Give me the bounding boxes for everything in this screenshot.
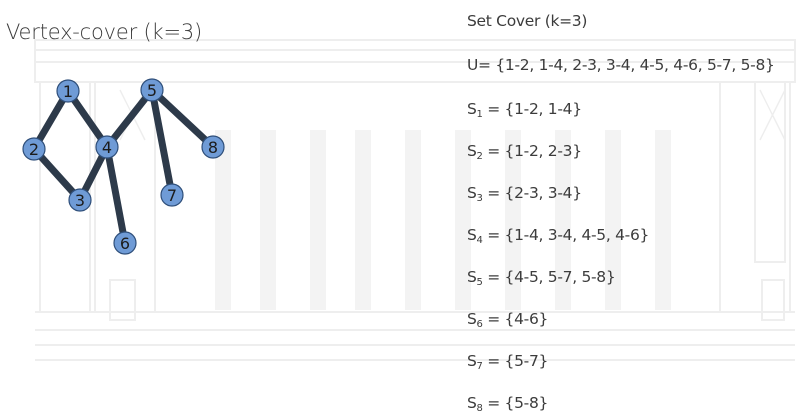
node-label: 7	[167, 186, 177, 205]
set-name: S	[467, 184, 477, 202]
vertex-cover-graph: 1 2 3 4 5 6 7 8	[22, 78, 225, 255]
node-8: 8	[201, 135, 225, 159]
node-label: 6	[120, 234, 130, 253]
set-elements: = {2-3, 3-4}	[482, 184, 582, 202]
set-elements: = {4-5, 5-7, 5-8}	[482, 268, 616, 286]
set-elements: = {5-8}	[482, 394, 549, 412]
set-elements: = {4-6}	[482, 310, 549, 328]
set-name: S	[467, 352, 477, 370]
set-name: S	[467, 142, 477, 160]
edge-4-6	[103, 143, 129, 247]
node-7: 7	[160, 183, 184, 207]
node-label: 5	[147, 81, 157, 100]
set-name: S	[467, 310, 477, 328]
node-label: 8	[208, 138, 218, 157]
set-name: S	[467, 226, 477, 244]
node-4: 4	[95, 135, 119, 159]
set-line: S1 = {1-2, 1-4}	[467, 100, 582, 120]
node-label: 4	[102, 138, 112, 157]
universe-line: U= {1-2, 1-4, 2-3, 3-4, 4-5, 4-6, 5-7, 5…	[467, 56, 775, 74]
set-line: S5 = {4-5, 5-7, 5-8}	[467, 268, 616, 288]
set-name: S	[467, 100, 477, 118]
node-6: 6	[113, 231, 137, 255]
set-elements: = {1-2, 2-3}	[482, 142, 582, 160]
graph-edges	[30, 86, 217, 247]
node-label: 2	[29, 140, 39, 159]
set-elements: = {1-4, 3-4, 4-5, 4-6}	[482, 226, 650, 244]
set-line: S8 = {5-8}	[467, 394, 548, 414]
node-2: 2	[22, 137, 46, 161]
set-cover-title: Set Cover (k=3)	[467, 12, 588, 30]
set-line: S3 = {2-3, 3-4}	[467, 184, 582, 204]
set-line: S7 = {5-7}	[467, 352, 548, 372]
node-3: 3	[68, 188, 92, 212]
node-1: 1	[56, 79, 80, 103]
set-name: S	[467, 394, 477, 412]
node-5: 5	[140, 78, 164, 102]
set-elements: = {5-7}	[482, 352, 549, 370]
node-label: 3	[75, 191, 85, 210]
set-name: S	[467, 268, 477, 286]
node-label: 1	[63, 82, 73, 101]
set-line: S6 = {4-6}	[467, 310, 548, 330]
set-line: S4 = {1-4, 3-4, 4-5, 4-6}	[467, 226, 649, 246]
set-elements: = {1-2, 1-4}	[482, 100, 582, 118]
set-line: S2 = {1-2, 2-3}	[467, 142, 582, 162]
